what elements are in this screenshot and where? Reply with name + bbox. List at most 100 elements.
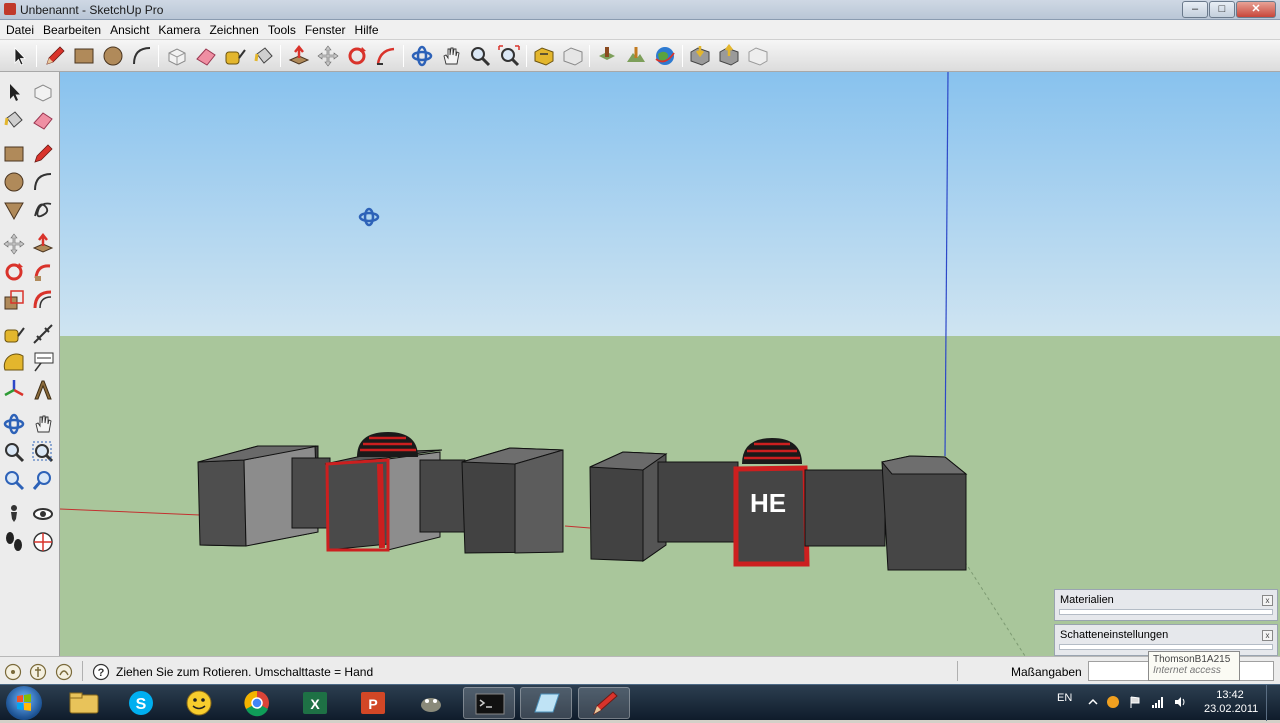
section-plane-icon[interactable] [31,530,55,554]
close-button[interactable]: ✕ [1236,1,1276,18]
tape-measure-icon[interactable] [2,322,26,346]
volume-icon[interactable] [1173,695,1187,709]
scene-canvas[interactable]: HE [60,72,1280,656]
taskbar-sketchup[interactable] [578,687,630,719]
help-icon[interactable]: ? [92,663,110,681]
taskbar-messenger[interactable] [173,687,225,719]
model-viewport[interactable]: HE [60,72,1280,656]
dimension-icon[interactable] [31,322,55,346]
menu-ansicht[interactable]: Ansicht [110,20,156,39]
previous-view-icon[interactable] [2,468,26,492]
menu-kamera[interactable]: Kamera [158,20,207,39]
freehand-icon[interactable] [31,198,55,222]
materials-close-button[interactable]: x [1262,595,1273,606]
rotate-icon[interactable] [345,44,369,68]
rotate-icon[interactable] [2,260,26,284]
follow-me-icon[interactable] [374,44,398,68]
push-pull-icon[interactable] [31,232,55,256]
make-component-icon[interactable] [165,44,189,68]
tape-measure-icon[interactable] [223,44,247,68]
photo-textures-icon[interactable] [688,44,712,68]
pan-icon[interactable] [31,412,55,436]
taskbar-gimp[interactable] [405,687,457,719]
push-pull-icon[interactable] [287,44,311,68]
menu-tools[interactable]: Tools [268,20,303,39]
credits-status-icon[interactable] [29,663,47,681]
paint-bucket-icon[interactable] [252,44,276,68]
right-building-group[interactable]: HE [589,438,968,571]
rectangle-icon[interactable] [72,44,96,68]
share-component-icon[interactable] [746,44,770,68]
select-icon[interactable] [7,44,31,68]
taskbar-console[interactable] [463,687,515,719]
tray-flag-icon[interactable] [1128,695,1142,709]
orbit-icon[interactable] [2,412,26,436]
offset-icon[interactable] [31,288,55,312]
move-icon[interactable] [316,44,340,68]
share-model-icon[interactable] [561,44,585,68]
3d-text-icon[interactable] [31,378,55,402]
menu-datei[interactable]: Datei [6,20,41,39]
make-component-icon[interactable] [31,80,55,104]
move-icon[interactable] [2,232,26,256]
axes-icon[interactable] [2,378,26,402]
menu-zeichnen[interactable]: Zeichnen [209,20,265,39]
position-camera-icon[interactable] [2,502,26,526]
text-icon[interactable] [31,350,55,374]
follow-me-icon[interactable] [31,260,55,284]
eraser-icon[interactable] [194,44,218,68]
polygon-icon[interactable] [2,198,26,222]
toggle-terrain-icon[interactable] [624,44,648,68]
left-building-group[interactable] [197,432,564,554]
line-icon[interactable] [31,142,55,166]
taskbar-skype[interactable]: S [115,687,167,719]
materials-panel[interactable]: Materialien x [1054,589,1278,621]
taskbar-chrome[interactable] [231,687,283,719]
taskbar-notes[interactable] [520,687,572,719]
google-earth-icon[interactable] [653,44,677,68]
shadow-settings-panel-title[interactable]: Schatteneinstellungen [1060,629,1168,641]
next-view-icon[interactable] [31,468,55,492]
menu-bearbeiten[interactable]: Bearbeiten [43,20,108,39]
protractor-icon[interactable] [2,350,26,374]
zoom-icon[interactable] [2,440,26,464]
circle-icon[interactable] [2,170,26,194]
eraser-icon[interactable] [31,108,55,132]
materials-panel-title[interactable]: Materialien [1060,594,1114,606]
zoom-icon[interactable] [468,44,492,68]
arc-icon[interactable] [31,170,55,194]
maximize-button[interactable]: □ [1209,1,1235,18]
taskbar-powerpoint[interactable]: P [347,687,399,719]
input-language[interactable]: EN [1057,692,1072,704]
paint-bucket-icon[interactable] [2,108,26,132]
tray-expand-icon[interactable] [1086,695,1100,709]
tray-app-icon[interactable] [1106,695,1120,709]
show-desktop-button[interactable] [1266,685,1280,721]
user-status-icon[interactable] [55,663,73,681]
start-button[interactable] [6,686,42,720]
menu-hilfe[interactable]: Hilfe [355,20,386,39]
system-clock[interactable]: 13:42 23.02.2011 [1204,688,1258,716]
rectangle-icon[interactable] [2,142,26,166]
get-component-icon[interactable] [717,44,741,68]
orbit-icon[interactable] [410,44,434,68]
add-location-icon[interactable] [595,44,619,68]
circle-icon[interactable] [101,44,125,68]
select-icon[interactable] [2,80,26,104]
menu-fenster[interactable]: Fenster [305,20,353,39]
taskbar-excel[interactable]: X [289,687,341,719]
zoom-window-icon[interactable] [31,440,55,464]
arc-icon[interactable] [130,44,154,68]
shadow-settings-close-button[interactable]: x [1262,630,1273,641]
look-around-icon[interactable] [31,502,55,526]
pan-icon[interactable] [439,44,463,68]
scale-icon[interactable] [2,288,26,312]
zoom-extents-icon[interactable] [497,44,521,68]
minimize-button[interactable]: ‒ [1182,1,1208,18]
network-signal-icon[interactable] [1151,695,1165,709]
pencil-icon[interactable] [43,44,67,68]
taskbar-explorer[interactable] [58,687,110,719]
get-models-icon[interactable] [532,44,556,68]
walk-icon[interactable] [2,530,26,554]
geolocation-status-icon[interactable] [4,663,22,681]
